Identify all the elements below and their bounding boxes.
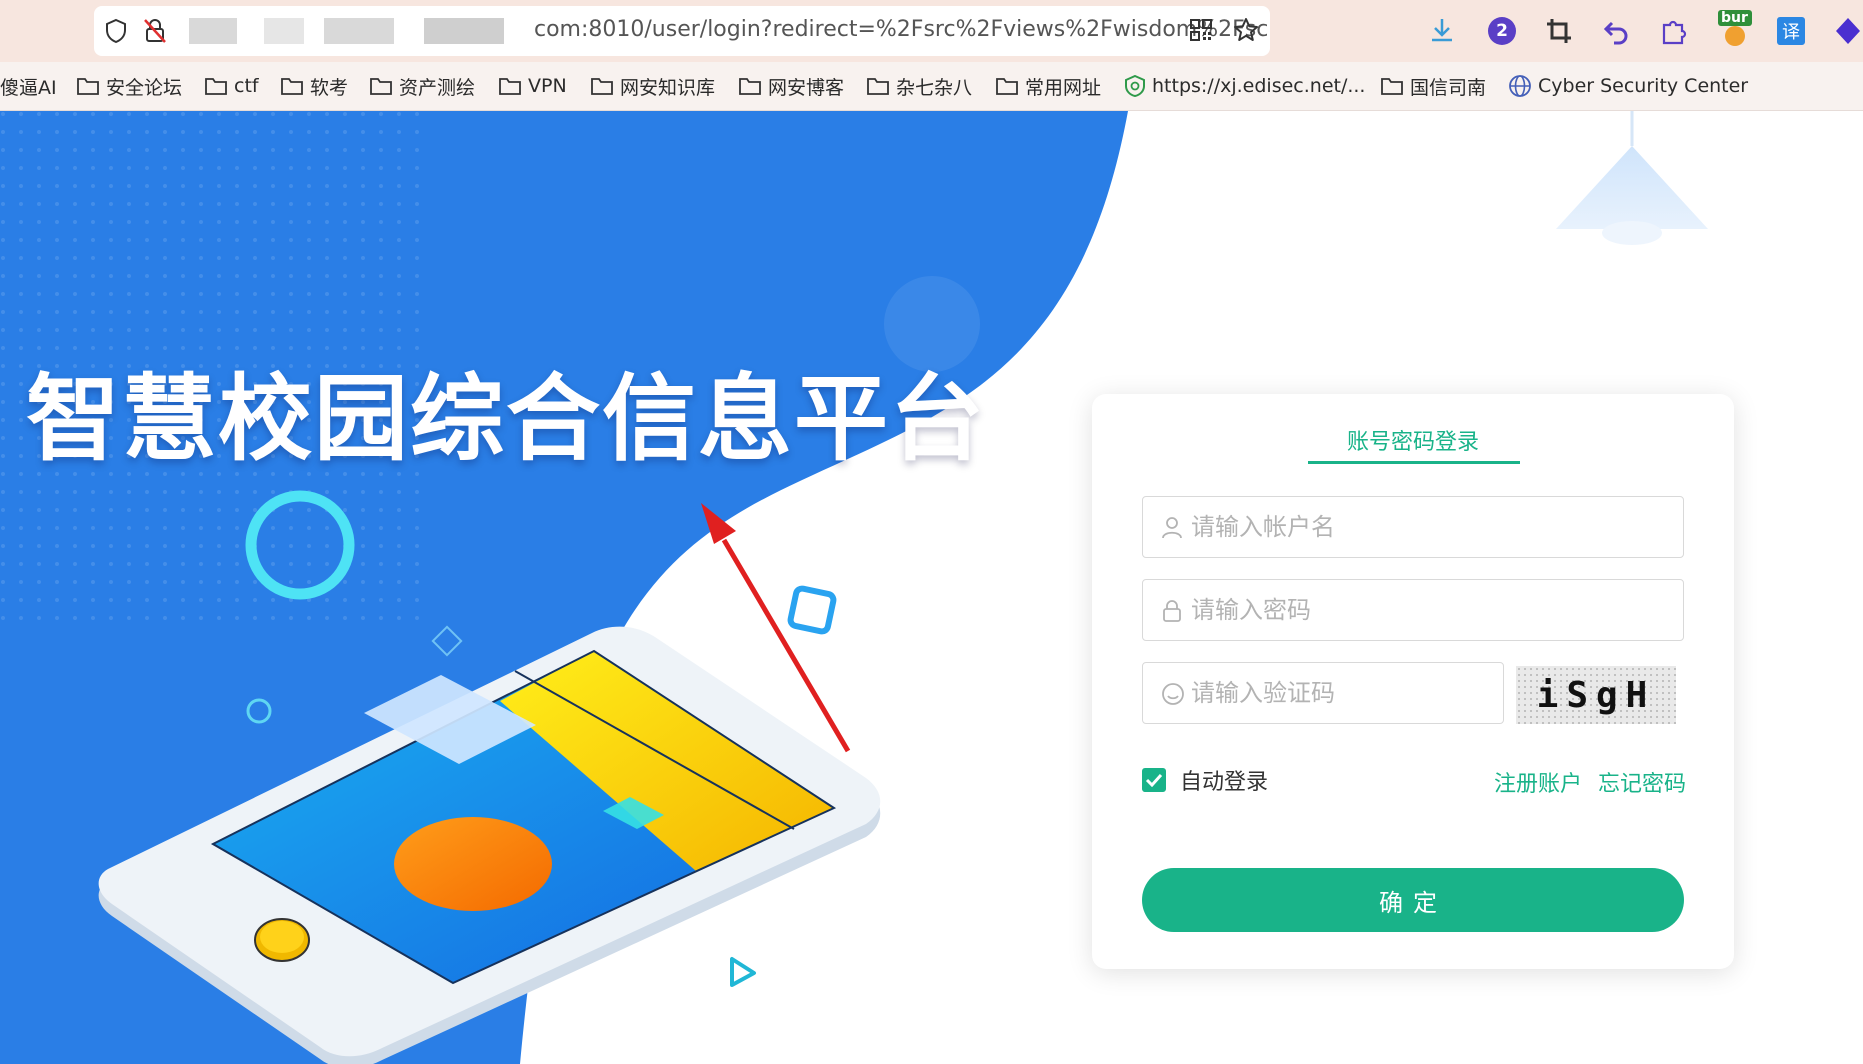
bookmark-label: 常用网址 [1025, 76, 1102, 99]
insecure-lock-icon[interactable] [142, 17, 168, 45]
forgot-password-link[interactable]: 忘记密码 [1598, 766, 1686, 798]
bookmark-label: ctf [234, 75, 259, 97]
auto-login-label: 自动登录 [1180, 770, 1269, 795]
hero-title: 智慧校园综合信息平台 [26, 365, 987, 474]
redaction-block [324, 18, 394, 44]
lock-icon [1161, 599, 1183, 627]
checkbox-checked-icon[interactable] [1142, 768, 1166, 792]
translate-label: 译 [1782, 22, 1800, 43]
bookmark-item[interactable]: 网安知识库 [590, 72, 715, 100]
bookmark-item[interactable]: 杂七杂八 [866, 72, 972, 100]
lamp-bulb [1602, 221, 1662, 245]
captcha-image[interactable]: iSgH [1516, 666, 1676, 724]
captcha-field[interactable] [1142, 662, 1504, 724]
account-links: 注册账户 忘记密码 [1494, 766, 1686, 798]
bookmark-label: 国信司南 [1410, 76, 1487, 99]
bookmark-label: 杂七杂八 [896, 76, 973, 99]
login-page: 智慧校园综合信息平台 账号密码登录 iSgH [0, 111, 1863, 1064]
burp-label: bur [1721, 10, 1748, 26]
auto-login-checkbox[interactable]: 自动登录 [1142, 764, 1268, 796]
folder-icon [1381, 78, 1403, 95]
bookmark-item[interactable]: VPN [498, 72, 567, 100]
folder-icon [499, 78, 521, 95]
bookmark-item[interactable]: 网安博客 [738, 72, 844, 100]
shield-icon [1125, 75, 1145, 97]
bookmarks-bar: 傻逼AI 安全论坛 ctf 软考 资产测绘 VPN 网安知识库 网安博客 杂七杂… [0, 62, 1863, 111]
bookmark-item[interactable]: 软考 [280, 72, 348, 100]
shield-icon[interactable] [104, 18, 128, 44]
bookmark-label: VPN [528, 75, 567, 97]
username-field[interactable] [1142, 496, 1684, 558]
redaction-block [189, 18, 237, 44]
star-bookmark-icon[interactable] [1232, 16, 1260, 44]
extensions-puzzle-icon[interactable] [1660, 16, 1688, 46]
bookmark-label: 傻逼AI [0, 76, 57, 99]
folder-icon [867, 78, 889, 95]
login-card: 账号密码登录 iSgH 自动登录 [1092, 394, 1734, 969]
bookmark-label: 安全论坛 [106, 76, 183, 99]
username-input[interactable] [1191, 497, 1671, 557]
bookmark-label: 网安博客 [768, 76, 845, 99]
download-icon[interactable] [1428, 16, 1456, 46]
bookmark-label: 软考 [310, 76, 349, 99]
address-bar[interactable]: com:8010/user/login?redirect=%2Fsrc%2Fvi… [94, 6, 1270, 56]
submit-button[interactable]: 确定 [1142, 868, 1684, 932]
crop-icon[interactable] [1545, 17, 1573, 45]
bookmark-label: 网安知识库 [620, 76, 716, 99]
smile-icon [1161, 682, 1185, 710]
bookmark-item[interactable]: 傻逼AI [0, 72, 57, 100]
user-icon [1161, 516, 1183, 544]
undo-icon[interactable] [1602, 17, 1630, 45]
bookmark-label: https://xj.edisec.net/... [1152, 75, 1366, 97]
lamp-shade [1556, 146, 1708, 229]
square-outline [787, 585, 837, 635]
bookmark-label: Cyber Security Center [1538, 75, 1749, 97]
tab-account-password-login[interactable]: 账号密码登录 [1092, 424, 1734, 456]
password-input[interactable] [1191, 580, 1671, 640]
redaction-block [264, 18, 304, 44]
folder-icon [370, 78, 392, 95]
folder-icon [591, 78, 613, 95]
bookmark-item[interactable]: Cyber Security Center [1508, 72, 1748, 100]
bookmark-item[interactable]: https://xj.edisec.net/... [1124, 72, 1365, 100]
folder-icon [739, 78, 761, 95]
redaction-block [424, 18, 504, 44]
folder-icon [77, 78, 99, 95]
bookmark-item[interactable]: 安全论坛 [76, 72, 182, 100]
burp-extension-icon[interactable]: bur [1718, 10, 1752, 48]
extension-diamond-icon[interactable] [1834, 16, 1862, 46]
qr-code-icon[interactable] [1189, 18, 1213, 42]
folder-icon [996, 78, 1018, 95]
globe-icon [1509, 75, 1531, 97]
register-link[interactable]: 注册账户 [1494, 766, 1582, 798]
folder-icon [281, 78, 303, 95]
folder-icon [205, 78, 227, 95]
bookmark-item[interactable]: 国信司南 [1380, 72, 1486, 100]
translate-icon[interactable]: 译 [1777, 17, 1805, 45]
bookmark-label: 资产测绘 [399, 76, 476, 99]
tracker-badge-count: 2 [1496, 21, 1508, 41]
browser-toolbar: com:8010/user/login?redirect=%2Fsrc%2Fvi… [0, 0, 1863, 62]
bookmark-item[interactable]: ctf [204, 72, 259, 100]
bookmark-item[interactable]: 资产测绘 [369, 72, 475, 100]
url-text[interactable]: com:8010/user/login?redirect=%2Fsrc%2Fvi… [534, 17, 1269, 42]
bookmark-item[interactable]: 常用网址 [995, 72, 1101, 100]
triangle-outline [730, 957, 756, 987]
password-field[interactable] [1142, 579, 1684, 641]
active-tab-underline [1308, 461, 1520, 464]
captcha-input[interactable] [1191, 663, 1491, 723]
tracker-badge-icon[interactable]: 2 [1488, 17, 1516, 45]
